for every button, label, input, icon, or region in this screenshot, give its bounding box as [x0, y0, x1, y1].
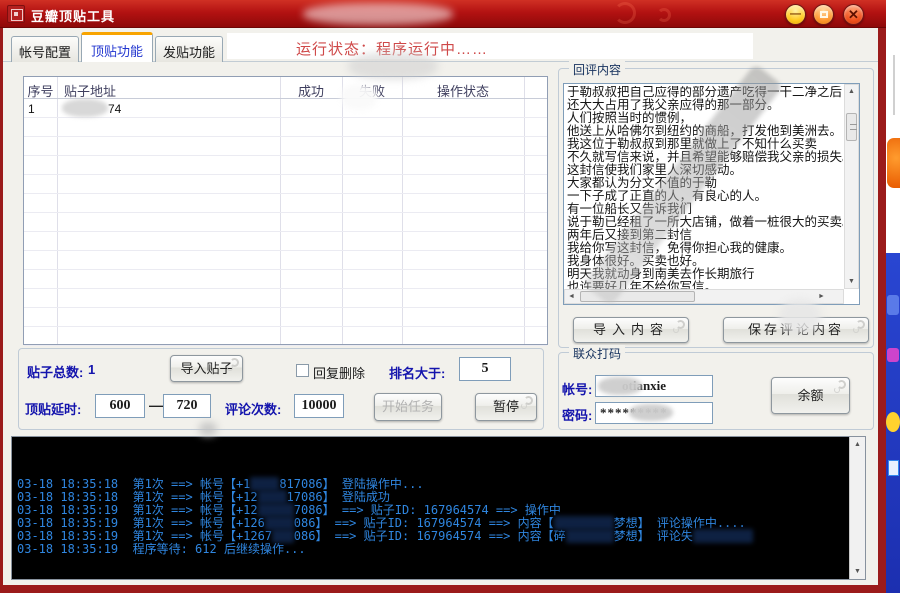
screen: 豆瓣顶贴工具 — ✕ 帐号配置 顶贴功能 发贴功能 运行状态：程序运行中…… 序…: [0, 0, 900, 593]
swirl-ornament-icon: [524, 396, 533, 405]
import-content-button[interactable]: 导入内容: [573, 317, 689, 343]
scroll-right-icon[interactable]: ►: [815, 290, 828, 303]
close-icon: ✕: [848, 7, 859, 22]
app-window: 豆瓣顶贴工具 — ✕ 帐号配置 顶贴功能 发贴功能 运行状态：程序运行中…… 序…: [0, 0, 886, 593]
app-icon: [7, 5, 25, 23]
table-row[interactable]: [24, 232, 547, 251]
maximize-button[interactable]: [813, 4, 834, 25]
tab-account-config[interactable]: 帐号配置: [11, 36, 79, 62]
total-posts-label: 贴子总数:: [27, 362, 83, 381]
table-row[interactable]: [24, 175, 547, 194]
table-empty-rows: [24, 118, 547, 346]
pause-label: 暂停: [493, 399, 519, 414]
comment-count-input[interactable]: [294, 394, 344, 418]
blur-artifact: [199, 422, 217, 436]
reply-delete-label: 回复删除: [313, 363, 365, 382]
table-row[interactable]: [24, 118, 547, 137]
delay-from-input[interactable]: [95, 394, 145, 418]
titlebar-ornament-icon: [614, 2, 636, 24]
start-task-button[interactable]: 开始任务: [374, 393, 442, 421]
table-header-row: 序号 贴子地址 成功 失败 操作状态: [24, 77, 547, 99]
tab-bump-function[interactable]: 顶贴功能: [81, 32, 153, 62]
desktop-orange-logo-fragment: [887, 138, 900, 188]
posts-table[interactable]: 序号 贴子地址 成功 失败 操作状态 1 74: [23, 76, 548, 345]
bump-delay-label: 顶贴延时:: [25, 399, 81, 418]
header-index: 序号: [24, 81, 57, 100]
table-row[interactable]: [24, 308, 547, 327]
desktop-fragment: [886, 412, 900, 432]
titlebar-ornament-icon: [657, 8, 671, 22]
scroll-left-icon[interactable]: ◄: [565, 290, 578, 303]
desktop-background: [886, 0, 900, 593]
blur-artifact: [629, 404, 673, 421]
log-line: 03-18 18:35:19 程序等待: 612 后继续操作...: [17, 543, 753, 556]
reply-delete-checkbox[interactable]: [296, 364, 309, 377]
scroll-up-icon[interactable]: ▲: [851, 438, 864, 451]
rank-input[interactable]: [459, 357, 511, 381]
import-content-label: 导入内容: [593, 322, 669, 337]
comment-count-label: 评论次数:: [225, 399, 281, 418]
log-lines: 03-18 18:35:18 第1次 ==> 帐号【+12674817086】 …: [17, 439, 753, 556]
blur-artifact: [341, 84, 377, 110]
desktop-fragment: [887, 348, 899, 362]
table-row[interactable]: [24, 137, 547, 156]
desktop-fragment: [888, 460, 899, 476]
reply-content-group-label: 回评内容: [569, 61, 625, 78]
balance-button[interactable]: 余额: [771, 377, 850, 414]
minimize-button[interactable]: —: [785, 4, 806, 25]
minimize-icon: —: [790, 8, 801, 20]
desktop-fragment: [887, 295, 899, 315]
balance-label: 余额: [797, 388, 823, 403]
row-address-suffix: 74: [108, 102, 121, 116]
swirl-ornament-icon: [230, 358, 239, 367]
swirl-ornament-icon: [676, 320, 685, 329]
swirl-ornament-icon: [856, 320, 865, 329]
log-console[interactable]: 03-18 18:35:18 第1次 ==> 帐号【+12674817086】 …: [11, 436, 866, 580]
total-posts-value: 1: [88, 362, 95, 377]
maximize-icon: [820, 11, 828, 18]
blur-artifact: [779, 299, 821, 333]
thumb-grip: [850, 124, 857, 130]
delay-to-input[interactable]: [163, 394, 211, 418]
table-row[interactable]: [24, 251, 547, 270]
rank-greater-label: 排名大于:: [389, 363, 445, 382]
log-vertical-scrollbar[interactable]: ▲ ▼: [849, 437, 865, 579]
vertical-scrollbar[interactable]: ▲ ▼: [844, 84, 859, 289]
blur-artifact: [348, 52, 438, 80]
header-status: 操作状态: [402, 81, 524, 100]
table-row[interactable]: [24, 156, 547, 175]
table-row[interactable]: [24, 327, 547, 346]
status-strip: 运行状态：程序运行中……: [227, 33, 753, 59]
window-title: 豆瓣顶贴工具: [31, 6, 115, 25]
scroll-up-icon[interactable]: ▲: [845, 85, 858, 98]
tab-post-function[interactable]: 发贴功能: [155, 36, 223, 62]
pause-button[interactable]: 暂停: [475, 393, 537, 421]
import-posts-label: 导入贴子: [180, 361, 232, 376]
delay-range-dash: —: [149, 397, 163, 413]
desktop-scrollbar-fragment: [893, 55, 895, 115]
header-success: 成功: [280, 81, 342, 100]
close-button[interactable]: ✕: [843, 4, 864, 25]
table-row[interactable]: [24, 289, 547, 308]
table-row[interactable]: [24, 194, 547, 213]
swirl-ornament-icon: [837, 380, 846, 389]
blur-artifact: [598, 377, 642, 395]
captcha-account-label: 帐号:: [562, 379, 592, 398]
captcha-password-label: 密码:: [562, 405, 592, 424]
blur-artifact: [62, 99, 108, 117]
table-row[interactable]: [24, 213, 547, 232]
scroll-down-icon[interactable]: ▼: [845, 275, 858, 288]
table-row[interactable]: [24, 270, 547, 289]
scroll-down-icon[interactable]: ▼: [851, 565, 864, 578]
row-index: 1: [28, 102, 35, 116]
header-address: 贴子地址: [64, 81, 116, 100]
import-posts-button[interactable]: 导入贴子: [170, 355, 243, 382]
scrollbar-thumb[interactable]: [846, 113, 857, 141]
captcha-group-label: 联众打码: [569, 345, 625, 362]
blur-artifact: [303, 3, 453, 25]
